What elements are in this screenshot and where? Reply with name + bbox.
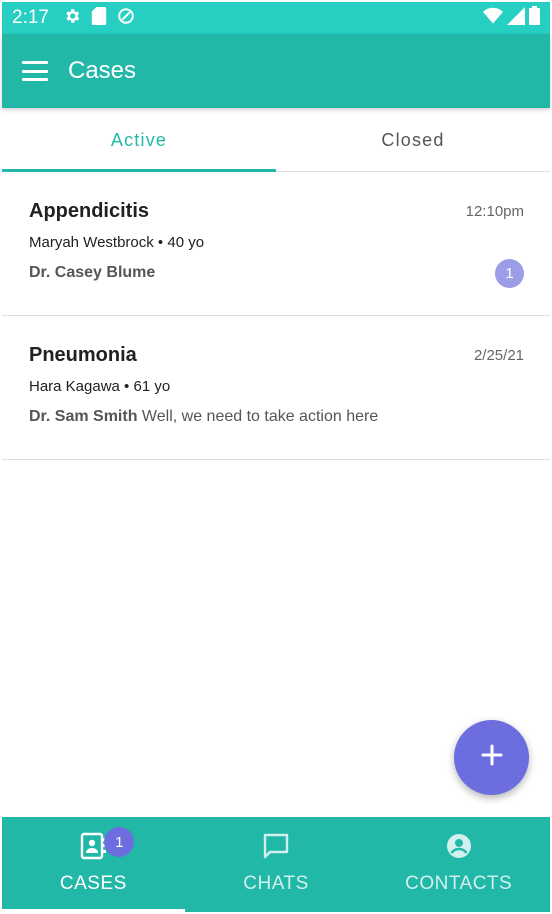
nav-icon-wrap	[445, 833, 473, 863]
add-case-button[interactable]	[454, 720, 529, 795]
nav-label-contacts: CONTACTS	[405, 873, 513, 894]
case-tabs: Active Closed	[2, 110, 550, 172]
wifi-icon	[483, 7, 503, 30]
battery-icon	[529, 6, 540, 30]
plus-icon	[480, 743, 504, 772]
case-patient: Maryah Westbrock • 40 yo	[29, 234, 205, 251]
app-bar: Cases	[2, 34, 550, 108]
case-message: Well, we need to take action here	[137, 408, 379, 425]
unread-badge: 1	[495, 259, 524, 288]
tab-closed[interactable]: Closed	[276, 110, 550, 171]
sd-card-icon	[91, 6, 107, 30]
case-item-pneumonia[interactable]: Pneumonia 2/25/21 Hara Kagawa • 61 yo Dr…	[2, 316, 550, 460]
chat-bubble-icon	[262, 832, 290, 865]
tab-active[interactable]: Active	[2, 110, 276, 172]
nav-label-cases: CASES	[59, 873, 127, 894]
status-icons-right	[483, 6, 540, 30]
sync-icon	[117, 7, 135, 30]
account-circle-icon	[445, 832, 473, 865]
status-time: 2:17	[12, 7, 49, 28]
case-item-appendicitis[interactable]: Appendicitis 12:10pm Maryah Westbrock • …	[2, 172, 550, 316]
case-last-message: Dr. Casey Blume	[29, 264, 524, 282]
signal-icon	[507, 6, 525, 30]
nav-item-cases[interactable]: 1 CASES	[2, 817, 185, 912]
case-time: 2/25/21	[473, 347, 524, 364]
nav-label-chats: CHATS	[243, 873, 309, 894]
case-doctor: Dr. Casey Blume	[29, 264, 156, 281]
contacts-book-icon	[80, 832, 107, 865]
status-icons-left	[63, 6, 135, 30]
nav-item-chats[interactable]: CHATS	[185, 817, 368, 912]
status-bar: 2:17	[2, 2, 550, 34]
case-doctor: Dr. Sam Smith	[29, 408, 138, 425]
case-last-message: Dr. Sam Smith Well, we need to take acti…	[29, 408, 524, 426]
nav-icon-wrap: 1	[80, 827, 135, 865]
case-title: Pneumonia	[29, 344, 137, 366]
page-title: Cases	[68, 57, 137, 84]
bottom-navigation: 1 CASES CHATS CONTACTS	[2, 817, 550, 912]
case-list: Appendicitis 12:10pm Maryah Westbrock • …	[2, 172, 550, 460]
nav-icon-wrap	[262, 833, 290, 863]
gear-icon	[63, 7, 81, 30]
case-time: 12:10pm	[465, 203, 524, 220]
nav-item-contacts[interactable]: CONTACTS	[367, 817, 550, 912]
case-patient: Hara Kagawa • 61 yo	[29, 378, 171, 395]
cases-count-badge: 1	[104, 827, 135, 857]
hamburger-menu-icon[interactable]	[22, 61, 48, 81]
case-title: Appendicitis	[29, 200, 150, 222]
